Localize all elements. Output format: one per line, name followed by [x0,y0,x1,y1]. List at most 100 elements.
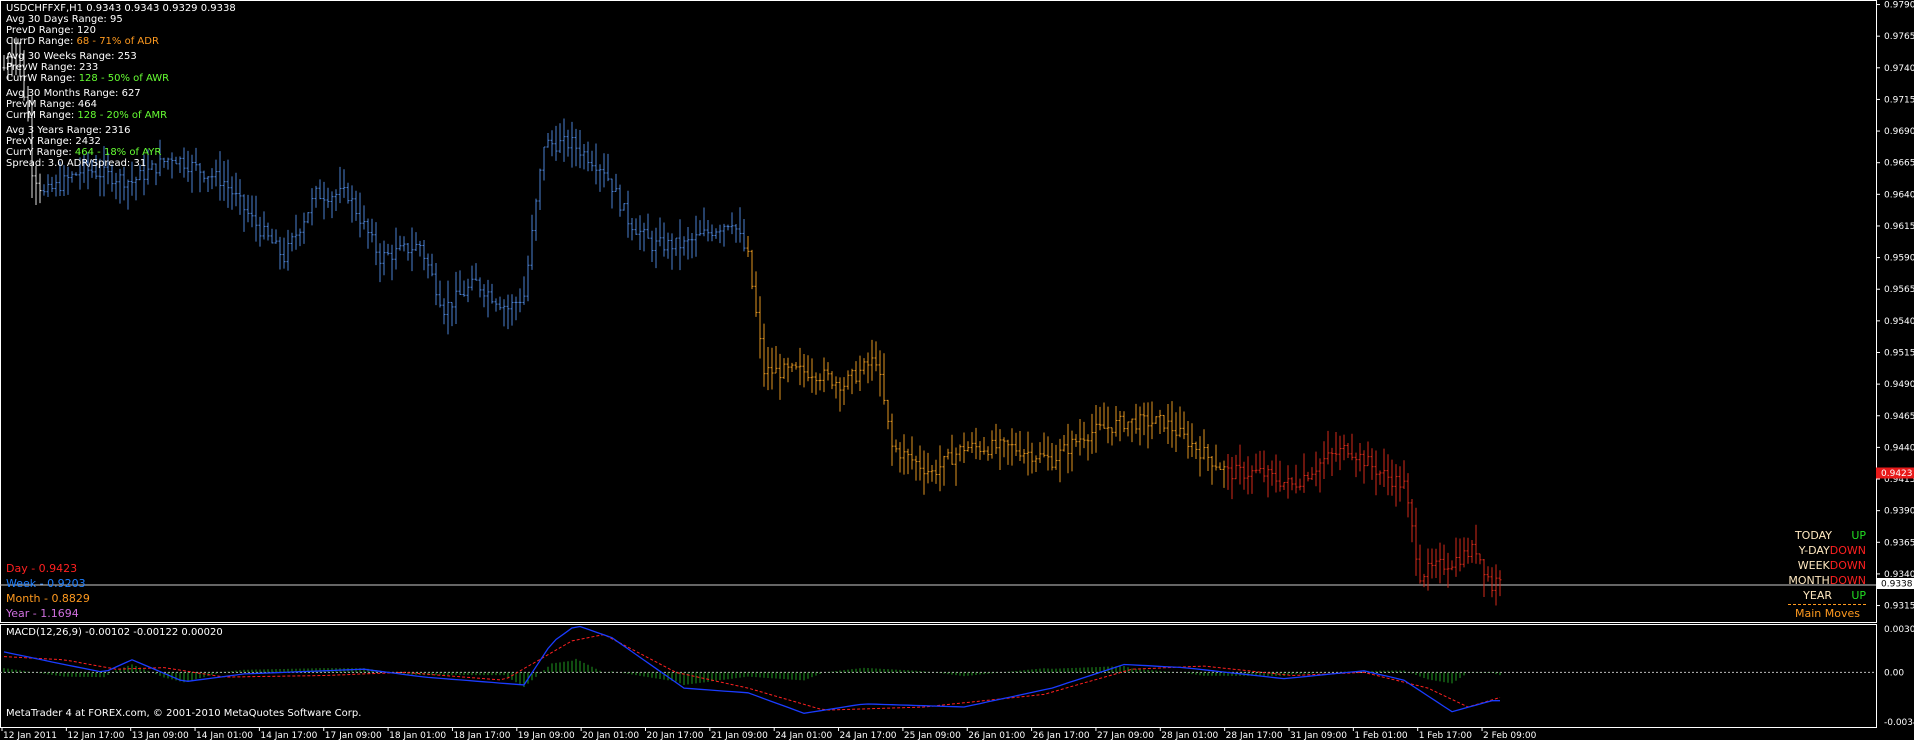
price-bar [806,355,810,382]
range-stat-label: PrevW Range: [6,62,80,73]
price-bar [1210,455,1214,485]
price-bar [1342,434,1346,461]
price-bar [1038,442,1042,464]
price-bar [1282,481,1286,491]
price-bar [282,237,286,269]
price-bar [1406,473,1410,518]
price-bar [1418,544,1422,584]
price-bar [674,237,678,256]
price-bar [702,207,706,237]
range-stat-line: Avg 30 Weeks Range: 253 [6,51,236,62]
price-bar [1214,444,1218,471]
price-bar [950,434,954,465]
price-bar [1130,418,1134,443]
current-price-badge: 0.9338 [1881,580,1913,590]
price-bar [1486,566,1490,582]
range-stat-label: PrevD Range: [6,25,77,36]
price-bar [438,280,442,308]
price-bar [42,184,46,196]
time-tick-label: 12 Jan 2011 [3,731,57,740]
price-bar [330,191,334,219]
price-bar [1430,548,1434,579]
price-bar [1378,470,1382,485]
range-stat-line: CurrW Range: 128 - 50% of AWR [6,73,236,84]
time-tick-label: 1 Feb 01:00 [1354,731,1408,740]
price-bar [310,188,314,226]
trend-direction: DOWN [1829,559,1866,572]
price-bar [66,166,70,195]
price-bar [606,153,610,182]
price-bar [1238,444,1242,485]
price-bar [1110,427,1114,446]
range-stat-value: 2316 [105,125,131,136]
trend-direction: UP [1851,529,1866,542]
range-stat-value: 120 [76,25,97,36]
price-bar [790,362,794,372]
time-axis: 12 Jan 2011 12 Jan 17:00 13 Jan 09:00 14 Ja… [1,727,1537,740]
price-bar [770,347,774,390]
price-bar [658,217,662,247]
price-bar [1362,450,1366,484]
macd-tick-label: 0.00307 [1884,625,1914,635]
price-bar [534,198,538,241]
price-bar [1022,448,1026,464]
price-bar [514,296,518,321]
price-bar [50,176,54,193]
price-bar [350,185,354,223]
price-bar [650,230,654,263]
price-bar [734,223,738,243]
price-bar [922,450,926,495]
price-bar [842,377,846,406]
time-tick-label: 26 Jan 17:00 [1033,731,1090,740]
price-bar [666,232,670,259]
price-tick-label: 0.9365 [1884,538,1914,548]
range-stat-value: 233 [79,62,99,73]
price-tick-label: 0.9690 [1884,127,1914,137]
price-bar [738,207,742,243]
price-bar [862,358,866,375]
range-stat-line: PrevY Range: 2432 [6,136,236,147]
price-bar [846,370,850,390]
price-bar [618,184,622,217]
time-tick-label: 28 Jan 01:00 [1161,731,1218,740]
price-tick-label: 0.9465 [1884,412,1914,422]
price-bar [610,178,614,209]
price-bar [870,339,874,381]
price-bar [382,240,386,276]
price-bar [1410,498,1414,543]
price-bar [830,371,834,390]
price-bar [854,361,858,384]
price-bar [1222,460,1226,488]
price-bar [730,212,734,235]
macd-line [3,625,1500,714]
price-bar [322,181,326,220]
price-chart[interactable]: 0.9790 0.9765 0.9740 0.9715 0.9690 0.9665 0.96… [0,0,1914,740]
price-bar [1414,507,1418,576]
price-bar [530,214,534,270]
range-stat-label: CurrM Range: [6,110,78,121]
price-bar [1254,453,1258,474]
price-bar [1174,412,1178,453]
red-price-badge: 0.9423 [1881,469,1913,479]
price-bar [622,203,626,211]
trend-row: WEEK DOWN [1770,558,1866,573]
trend-row: TODAY UP [1770,528,1866,543]
price-bar [334,189,338,211]
price-tick-label: 0.9315 [1884,602,1914,612]
price-bar [1078,418,1082,456]
range-stat-label: Avg 30 Days Range: [6,14,110,25]
price-bar [454,271,458,325]
price-bar [470,265,474,291]
price-bar [778,353,782,400]
time-tick-label: 20 Jan 01:00 [582,731,639,740]
price-bar [690,233,694,259]
range-stat-label: PrevY Range: [6,136,76,147]
price-bar [126,179,130,210]
price-bar [462,280,466,297]
price-bar [538,168,542,211]
price-bar [1102,402,1106,429]
price-tick-label: 0.9740 [1884,64,1914,74]
range-stat-line: PrevW Range: 233 [6,62,236,73]
price-bar [414,232,418,251]
price-tick-label: 0.9590 [1884,254,1914,264]
